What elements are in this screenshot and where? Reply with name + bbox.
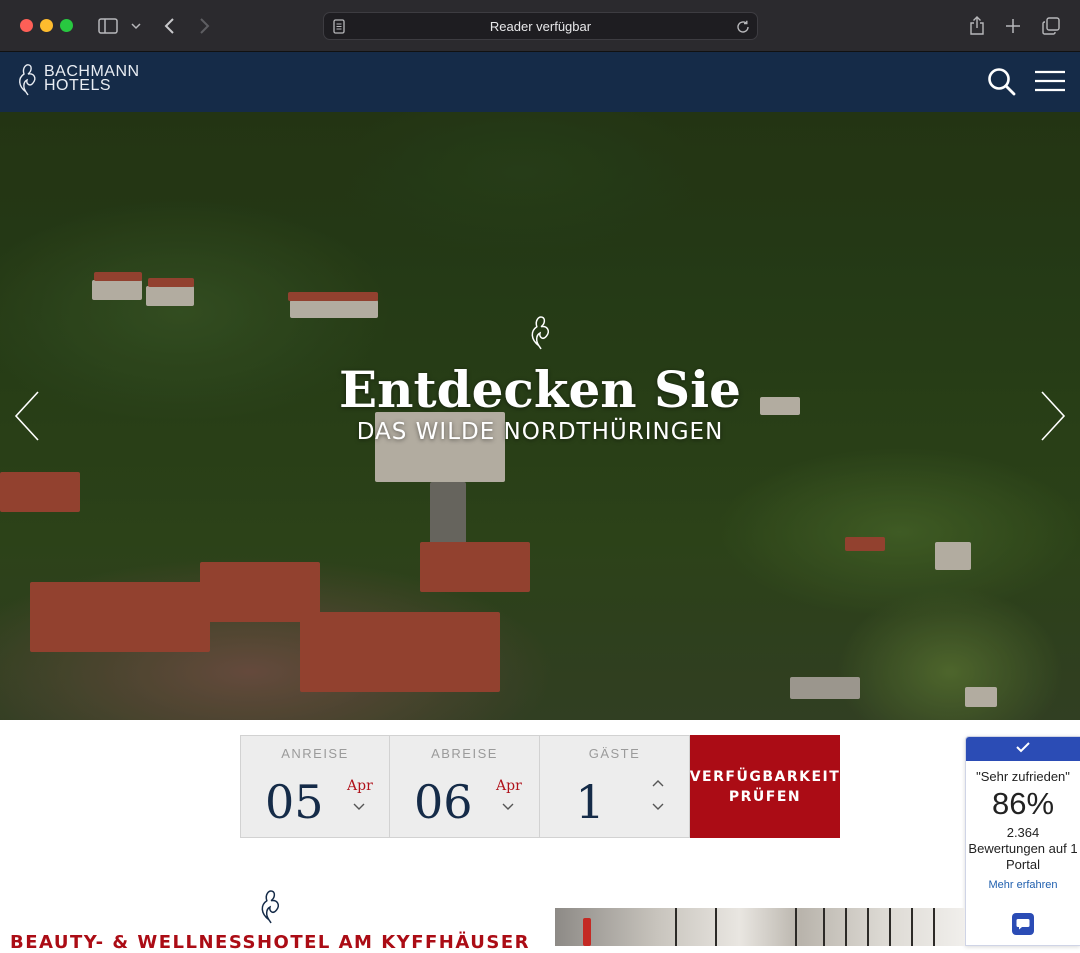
arrival-month: Apr <box>347 778 373 794</box>
logo-emblem-icon <box>19 64 36 96</box>
rating-count: 2.364 <box>1006 825 1040 840</box>
chevron-up-icon[interactable] <box>650 776 666 790</box>
slider-prev-icon[interactable] <box>12 388 44 444</box>
browser-toolbar: Reader verfügbar <box>0 0 1080 52</box>
address-bar[interactable]: Reader verfügbar <box>323 12 758 40</box>
hero-subtitle: DAS WILDE NORDTHÜRINGEN <box>356 419 724 445</box>
leaf-emblem-icon <box>256 888 284 929</box>
check-availability-button[interactable]: VERFÜGBARKEIT PRÜFEN <box>690 735 840 838</box>
tab-overview-icon[interactable] <box>1040 14 1062 38</box>
checkmark-icon <box>1015 740 1031 758</box>
chat-bubble-icon[interactable] <box>1012 913 1034 935</box>
address-text: Reader verfügbar <box>489 18 592 34</box>
section-heading: BEAUTY- & WELLNESSHOTEL AM KYFFHÄUSER <box>10 932 530 953</box>
menu-icon[interactable] <box>1034 69 1066 95</box>
arrival-date-picker[interactable]: ANREISE 05 Apr <box>240 735 390 838</box>
guests-value: 1 <box>575 775 605 829</box>
share-icon[interactable] <box>966 14 988 38</box>
close-window-button[interactable] <box>20 19 33 32</box>
rating-quote: "Sehr zufrieden" <box>976 769 1070 784</box>
leaf-emblem-icon <box>526 314 554 355</box>
rating-header <box>966 737 1080 761</box>
logo[interactable]: BACHMANN HOTELS <box>14 62 140 96</box>
site-header: BACHMANN HOTELS <box>0 52 1080 112</box>
search-icon[interactable] <box>986 66 1018 98</box>
departure-label: ABREISE <box>431 746 498 761</box>
reload-icon[interactable] <box>735 19 751 40</box>
new-tab-icon[interactable] <box>1002 14 1024 38</box>
reader-icon[interactable] <box>333 19 345 39</box>
chevron-down-icon[interactable] <box>650 800 666 814</box>
minimize-window-button[interactable] <box>40 19 53 32</box>
chevron-down-icon[interactable] <box>500 800 516 814</box>
departure-month: Apr <box>496 778 522 794</box>
guests-stepper[interactable]: GÄSTE 1 <box>540 735 690 838</box>
logo-wordmark-line2: HOTELS <box>44 77 112 94</box>
chevron-down-icon[interactable] <box>128 14 144 38</box>
hero-title: Entdecken Sie <box>339 360 741 419</box>
section-image <box>555 908 965 946</box>
maximize-window-button[interactable] <box>60 19 73 32</box>
sidebar-icon[interactable] <box>96 14 120 38</box>
forward-icon[interactable] <box>194 14 216 38</box>
back-icon[interactable] <box>158 14 180 38</box>
departure-date-picker[interactable]: ABREISE 06 Apr <box>390 735 540 838</box>
rating-percent: 86% <box>991 786 1055 821</box>
departure-day: 06 <box>414 775 473 829</box>
rating-more-link[interactable]: Mehr erfahren <box>966 879 1080 891</box>
arrival-label: ANREISE <box>281 746 349 761</box>
rating-widget[interactable]: "Sehr zufrieden" 86% 2.364 Bewertungen a… <box>965 736 1080 946</box>
arrival-day: 05 <box>265 775 324 829</box>
booking-form: ANREISE 05 Apr ABREISE 06 Apr GÄSTE 1 VE… <box>240 735 840 838</box>
guests-label: GÄSTE <box>588 746 641 761</box>
slider-next-icon[interactable] <box>1036 388 1068 444</box>
rating-text: Bewertungen auf 1 Portal <box>968 841 1078 872</box>
chevron-down-icon[interactable] <box>351 800 367 814</box>
hero-slider: Entdecken Sie DAS WILDE NORDTHÜRINGEN <box>0 112 1080 720</box>
